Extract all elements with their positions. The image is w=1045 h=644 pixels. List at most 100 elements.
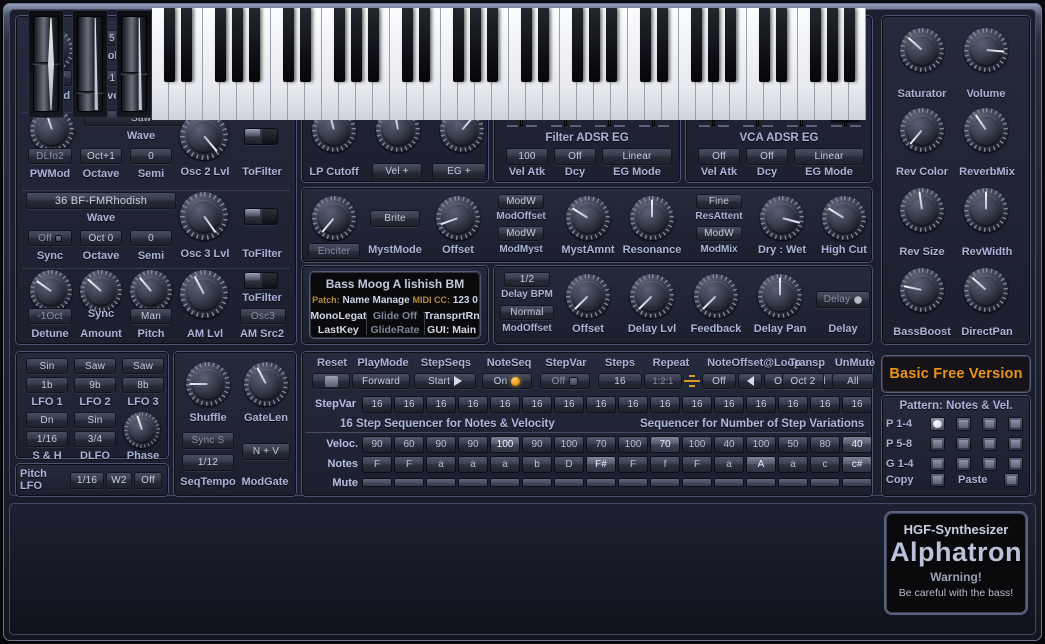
mute-cell[interactable]: [746, 478, 776, 487]
seq-noteoffset-prev[interactable]: [738, 373, 762, 389]
velocity-cell[interactable]: 100: [746, 436, 776, 453]
mute-cell[interactable]: [618, 478, 648, 487]
sync-s-value[interactable]: Sync S: [182, 432, 234, 449]
pitch-wheel[interactable]: [33, 16, 59, 112]
osc2-pwmod-value[interactable]: DLfo2: [28, 148, 72, 164]
velocity-cell[interactable]: 90: [426, 436, 456, 453]
lfo3-rate-value[interactable]: 8b: [122, 377, 164, 393]
pattern-slot-button[interactable]: [1008, 417, 1023, 431]
black-key[interactable]: [300, 8, 311, 82]
pattern-slot-button[interactable]: [1008, 457, 1023, 471]
black-key[interactable]: [521, 8, 532, 82]
black-key[interactable]: [181, 8, 192, 82]
filter-egmode-value[interactable]: Linear: [602, 148, 672, 165]
black-key[interactable]: [453, 8, 464, 82]
mute-cell[interactable]: [714, 478, 744, 487]
stepvar-cell[interactable]: 16: [522, 396, 552, 413]
sync-amount-knob[interactable]: [80, 270, 122, 312]
velocity-cell[interactable]: 80: [810, 436, 840, 453]
detune-knob[interactable]: [30, 270, 72, 312]
enciter-value[interactable]: Enciter: [308, 243, 360, 259]
am-tofilter-toggle[interactable]: [244, 272, 278, 289]
rev-size-knob[interactable]: [900, 188, 944, 232]
mute-cell[interactable]: [490, 478, 520, 487]
mystamnt-knob[interactable]: [566, 196, 610, 240]
delay-toggle[interactable]: Delay: [816, 291, 870, 308]
seq-transp-value[interactable]: Oct 2: [782, 373, 824, 389]
stepvar-cell[interactable]: 16: [682, 396, 712, 413]
seq-stepseqs-value[interactable]: Start: [414, 373, 476, 389]
seq-unmute-value[interactable]: All: [832, 373, 874, 389]
black-key[interactable]: [215, 8, 226, 82]
velocity-cell[interactable]: 90: [458, 436, 488, 453]
mute-cell[interactable]: [458, 478, 488, 487]
vca-dcy-value[interactable]: Off: [746, 148, 788, 165]
modoffset-value[interactable]: ModW: [498, 194, 544, 209]
drywet-knob[interactable]: [760, 196, 804, 240]
lastkey-btn[interactable]: LastKey: [310, 324, 367, 336]
black-key[interactable]: [538, 8, 549, 82]
mute-cell[interactable]: [586, 478, 616, 487]
black-key[interactable]: [606, 8, 617, 82]
note-cell[interactable]: F: [394, 456, 424, 473]
osc3-octave-value[interactable]: Oct 0: [80, 230, 122, 246]
patch-name-btn[interactable]: Name: [342, 295, 369, 306]
black-key[interactable]: [725, 8, 736, 82]
filter-eg-value[interactable]: EG +: [432, 163, 486, 180]
black-key[interactable]: [249, 8, 260, 82]
highcut-knob[interactable]: [822, 196, 866, 240]
direct-pan-knob[interactable]: [964, 268, 1008, 312]
piano-keyboard[interactable]: [152, 8, 866, 120]
modgate-value[interactable]: N + V: [242, 443, 290, 460]
pattern-slot-button[interactable]: [1008, 437, 1023, 451]
mono-legato-btn[interactable]: MonoLegat: [310, 310, 367, 322]
pitch-lfo-state[interactable]: Off: [134, 472, 162, 489]
delay-bpm-value[interactable]: 1/2: [504, 272, 550, 287]
stepvar-cell[interactable]: 16: [554, 396, 584, 413]
delay-level-knob[interactable]: [630, 274, 674, 318]
stepvar-cell[interactable]: 16: [746, 396, 776, 413]
mute-cell[interactable]: [394, 478, 424, 487]
rev-color-knob[interactable]: [900, 108, 944, 152]
volume-knob[interactable]: [964, 28, 1008, 72]
vca-velatk-value[interactable]: Off: [698, 148, 740, 165]
lfo1-rate-value[interactable]: 1b: [26, 377, 68, 393]
lfo-phase-knob[interactable]: [124, 412, 160, 448]
delay-pan-knob[interactable]: [758, 274, 802, 318]
osc2-semi-value[interactable]: 0: [130, 148, 172, 164]
velocity-cell[interactable]: 40: [842, 436, 872, 453]
black-key[interactable]: [759, 8, 770, 82]
black-key[interactable]: [334, 8, 345, 82]
black-key[interactable]: [589, 8, 600, 82]
pattern-slot-button[interactable]: [956, 417, 971, 431]
am-src2-value[interactable]: Osc3: [240, 308, 286, 324]
reverb-mix-knob[interactable]: [964, 108, 1008, 152]
velocity-cell[interactable]: 100: [490, 436, 520, 453]
saturator-knob[interactable]: [900, 28, 944, 72]
mute-cell[interactable]: [682, 478, 712, 487]
pitch-lfo-rate[interactable]: 1/16: [70, 472, 104, 489]
delay-feedback-knob[interactable]: [694, 274, 738, 318]
osc3-sync-value[interactable]: Off: [28, 230, 72, 246]
black-key[interactable]: [640, 8, 651, 82]
pattern-slot-button[interactable]: [930, 437, 945, 451]
seq-tempo-value[interactable]: 1/12: [182, 454, 234, 471]
note-cell[interactable]: a: [490, 456, 520, 473]
pitch-knob[interactable]: [130, 270, 172, 312]
stepvar-cell[interactable]: 16: [458, 396, 488, 413]
detune-value[interactable]: -1Oct: [28, 308, 72, 324]
black-key[interactable]: [691, 8, 702, 82]
note-cell[interactable]: a: [714, 456, 744, 473]
black-key[interactable]: [810, 8, 821, 82]
stepvar-cell[interactable]: 16: [362, 396, 392, 413]
note-cell[interactable]: a: [778, 456, 808, 473]
osc2-tofilter-toggle[interactable]: [244, 128, 278, 145]
black-key[interactable]: [470, 8, 481, 82]
mute-cell[interactable]: [522, 478, 552, 487]
seq-repeat-value[interactable]: 1:2:1: [644, 373, 682, 389]
modmix-value[interactable]: ModW: [696, 226, 742, 241]
vca-egmode-value[interactable]: Linear: [794, 148, 864, 165]
stepvar-cell[interactable]: 16: [842, 396, 872, 413]
filter-velatk-value[interactable]: 100: [506, 148, 548, 165]
osc2-octave-value[interactable]: Oct+1: [80, 148, 122, 164]
